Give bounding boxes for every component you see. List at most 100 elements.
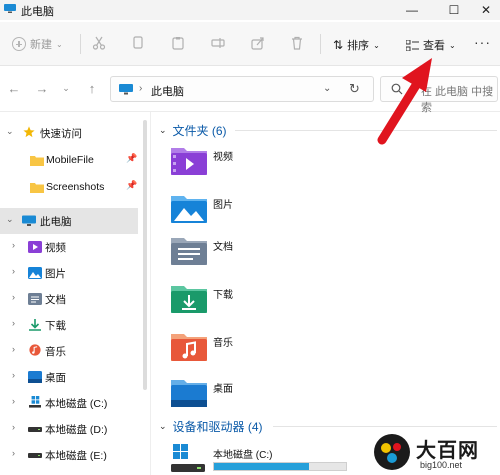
recent-chevron-icon[interactable]: ⌄ <box>58 80 74 96</box>
cut-icon[interactable] <box>92 36 106 50</box>
watermark: 大百网 big100.net <box>372 432 500 475</box>
rename-icon[interactable] <box>211 36 225 50</box>
videos-icon <box>28 241 42 253</box>
folders-group-header[interactable]: ⌄ 文件夹 (6) <box>159 122 227 139</box>
view-label: 查看 <box>423 40 445 52</box>
pictures-icon <box>28 267 42 279</box>
folder-icon <box>30 156 44 166</box>
chevron-right-icon[interactable]: › <box>12 240 15 250</box>
command-bar: 新建 ⌄ ⇅ 排序 ⌄ 查看 ⌄ ··· <box>0 22 500 66</box>
desktop-icon <box>28 371 42 383</box>
chevron-right-icon[interactable]: › <box>12 344 15 354</box>
windows-drive-icon <box>29 396 41 408</box>
up-arrow-icon[interactable]: ↑ <box>84 80 100 96</box>
folder-name: 文档 <box>213 242 233 253</box>
breadcrumb-chevron-icon: › <box>139 83 143 94</box>
group-divider <box>273 426 497 427</box>
nav-item-desktop[interactable]: › 桌面 <box>0 364 138 390</box>
paste-icon[interactable] <box>171 36 185 50</box>
nav-label: 视频 <box>45 241 66 254</box>
drive-c-tile[interactable]: 本地磁盘 (C:) <box>171 442 371 475</box>
chevron-right-icon[interactable]: › <box>12 370 15 380</box>
folder-documents[interactable]: 文档 <box>171 234 371 274</box>
view-button[interactable]: 查看 ⌄ <box>406 37 456 53</box>
chevron-right-icon[interactable]: › <box>12 318 15 328</box>
nav-item-videos[interactable]: › 视频 <box>0 234 138 260</box>
chevron-right-icon[interactable]: › <box>12 448 15 458</box>
videos-folder-icon <box>171 148 207 175</box>
folder-name: 视频 <box>213 152 233 163</box>
folders-header-label: 文件夹 (6) <box>172 124 227 138</box>
nav-label: 文档 <box>45 293 66 306</box>
maximize-button[interactable]: ☐ <box>436 0 472 20</box>
this-pc-icon <box>4 4 16 13</box>
chevron-right-icon[interactable]: › <box>12 266 15 276</box>
drive-icon <box>28 453 42 458</box>
nav-scrollbar[interactable] <box>143 120 147 390</box>
toolbar-divider <box>80 34 81 54</box>
nav-item-drive-e[interactable]: › 本地磁盘 (E:) <box>0 442 138 468</box>
view-icon <box>406 39 419 51</box>
nav-item-mobilefile[interactable]: MobileFile 📌 <box>0 147 138 173</box>
nav-item-drive-d[interactable]: › 本地磁盘 (D:) <box>0 416 138 442</box>
nav-label: Screenshots <box>46 181 105 193</box>
copy-icon[interactable] <box>131 36 145 50</box>
chevron-down-icon[interactable]: ⌄ <box>6 126 14 137</box>
nav-label: 本地磁盘 (C:) <box>45 397 108 410</box>
this-pc-icon <box>22 215 36 226</box>
chevron-down-icon: ⌄ <box>159 125 167 135</box>
minimize-button[interactable]: — <box>394 0 430 20</box>
pin-icon: 📌 <box>126 180 138 190</box>
pictures-folder-icon <box>171 196 207 223</box>
back-arrow-icon[interactable]: ← <box>6 80 22 96</box>
folder-desktop[interactable]: 桌面 <box>171 376 371 416</box>
watermark-url: big100.net <box>420 460 463 470</box>
folder-pictures[interactable]: 图片 <box>171 192 371 232</box>
chevron-right-icon[interactable]: › <box>12 396 15 406</box>
search-box[interactable]: 在 此电脑 中搜索 <box>380 76 498 114</box>
folder-music[interactable]: 音乐 <box>171 330 371 370</box>
nav-item-pictures[interactable]: › 图片 <box>0 260 138 286</box>
drive-icon <box>28 427 42 432</box>
search-icon <box>391 83 403 95</box>
music-folder-icon <box>171 334 207 361</box>
nav-item-this-pc[interactable]: ⌄ 此电脑 <box>0 208 138 234</box>
close-button[interactable]: ✕ <box>472 0 500 20</box>
more-options-button[interactable]: ··· <box>474 34 491 50</box>
nav-item-music[interactable]: › 音乐 <box>0 338 138 364</box>
nav-label: 下载 <box>45 319 66 332</box>
nav-quick-access[interactable]: ⌄ 快速访问 <box>0 120 138 146</box>
folder-downloads[interactable]: 下载 <box>171 282 371 322</box>
refresh-icon[interactable]: ↻ <box>349 81 360 97</box>
music-icon <box>29 344 41 356</box>
drive-name: 本地磁盘 (C:) <box>213 450 273 461</box>
watermark-brand: 大百网 <box>416 438 479 462</box>
toolbar-divider <box>320 34 321 54</box>
this-pc-icon <box>119 84 133 95</box>
folder-videos[interactable]: 视频 <box>171 144 371 184</box>
breadcrumb[interactable]: 此电脑 <box>151 83 184 99</box>
nav-label: 本地磁盘 (E:) <box>45 449 107 462</box>
nav-item-screenshots[interactable]: Screenshots 📌 <box>0 174 138 200</box>
chevron-down-icon[interactable]: ⌄ <box>323 83 331 94</box>
drives-group-header[interactable]: ⌄ 设备和驱动器 (4) <box>159 418 263 435</box>
windows-drive-icon <box>171 444 205 472</box>
share-icon[interactable] <box>251 36 265 50</box>
nav-item-downloads[interactable]: › 下载 <box>0 312 138 338</box>
chevron-right-icon[interactable]: › <box>12 292 15 302</box>
address-bar[interactable]: › 此电脑 ⌄ ↻ <box>110 76 374 102</box>
chevron-down-icon: ⌄ <box>373 40 380 50</box>
folder-icon <box>30 183 44 193</box>
forward-arrow-icon[interactable]: → <box>34 80 50 96</box>
nav-label: 图片 <box>45 267 66 280</box>
chevron-down-icon[interactable]: ⌄ <box>6 214 14 225</box>
sort-button[interactable]: ⇅ 排序 ⌄ <box>333 37 380 53</box>
nav-label: 本地磁盘 (D:) <box>45 423 108 436</box>
nav-label: 桌面 <box>45 371 66 384</box>
nav-item-drive-c[interactable]: › 本地磁盘 (C:) <box>0 390 138 416</box>
chevron-right-icon[interactable]: › <box>12 422 15 432</box>
delete-icon[interactable] <box>290 36 304 50</box>
new-button[interactable]: 新建 ⌄ <box>12 36 63 52</box>
downloads-icon <box>29 319 41 331</box>
nav-item-documents[interactable]: › 文档 <box>0 286 138 312</box>
